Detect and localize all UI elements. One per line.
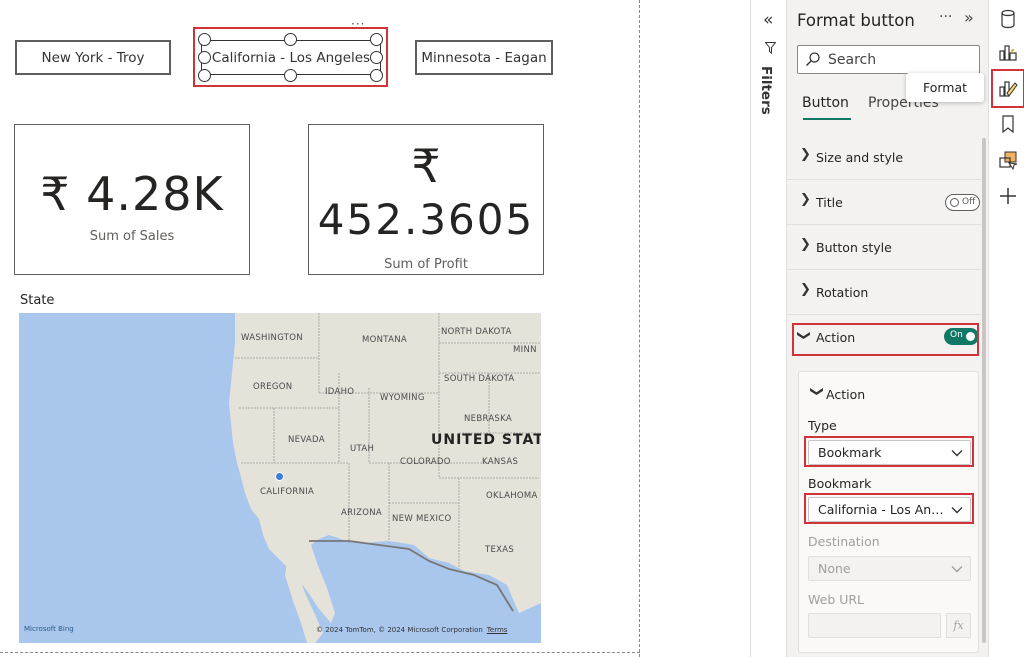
map-label: IDAHO xyxy=(325,387,355,397)
bookmark-icon[interactable] xyxy=(997,113,1019,135)
section-label: Size and style xyxy=(816,150,904,165)
pane-scrollbar-thumb[interactable] xyxy=(982,138,986,643)
sales-value: ₹ 4.28K xyxy=(40,167,224,221)
bookmark-label: Bookmark xyxy=(808,476,872,491)
action-card: ❯ Action Type Bookmark Bookmark Californ… xyxy=(798,371,979,653)
filter-funnel-icon xyxy=(764,42,777,58)
section-label: Title xyxy=(816,195,843,210)
map-title: State xyxy=(20,293,55,308)
map-label: NORTH DAKOTA xyxy=(441,327,512,337)
map-label: OREGON xyxy=(253,382,293,392)
map-label: TEXAS xyxy=(485,545,515,555)
map-country-label: UNITED STAT xyxy=(431,432,541,448)
section-label: Button style xyxy=(816,240,892,255)
data-cylinder-icon[interactable] xyxy=(997,8,1019,30)
pane-switcher xyxy=(988,0,1024,657)
map-copyright-text: © 2024 TomTom, © 2024 Microsoft Corporat… xyxy=(316,626,483,634)
section-label: Rotation xyxy=(816,285,869,300)
profit-label: Sum of Profit xyxy=(384,257,468,272)
bookmark-highlight xyxy=(804,493,974,524)
resize-handle[interactable] xyxy=(284,69,297,82)
format-tooltip: Format xyxy=(906,73,984,102)
search-box[interactable] xyxy=(797,45,980,74)
section-rotation[interactable]: ❯ Rotation xyxy=(787,270,981,315)
map-label: COLORADO xyxy=(400,457,451,467)
card-sum-of-profit[interactable]: ₹ 452.3605 Sum of Profit xyxy=(308,124,544,275)
map-label: KANSAS xyxy=(482,457,519,467)
map-data-point[interactable] xyxy=(275,472,284,481)
title-toggle[interactable]: Off xyxy=(945,194,980,211)
type-label: Type xyxy=(808,418,837,433)
section-button-style[interactable]: ❯ Button style xyxy=(787,225,981,270)
section-size-and-style[interactable]: ❯ Size and style xyxy=(787,135,981,180)
action-card-title: Action xyxy=(826,387,866,402)
toggle-knob xyxy=(950,198,959,207)
resize-handle[interactable] xyxy=(370,33,383,46)
more-options-icon[interactable]: ··· xyxy=(939,9,952,25)
profit-value: 452.3605 xyxy=(317,195,535,244)
chevron-right-icon: ❯ xyxy=(800,237,811,252)
type-highlight xyxy=(804,436,974,467)
tab-button[interactable]: Button xyxy=(802,95,849,111)
map-label: WASHINGTON xyxy=(241,333,303,343)
map-label: NEVADA xyxy=(288,435,325,445)
map-label: CALIFORNIA xyxy=(260,487,315,497)
chevron-down-icon xyxy=(951,566,963,573)
resize-handle[interactable] xyxy=(284,33,297,46)
active-tab-indicator xyxy=(803,118,851,120)
map-label: MINN xyxy=(513,345,537,355)
web-url-input[interactable] xyxy=(808,613,941,638)
visual-more-options[interactable]: ··· xyxy=(351,17,365,31)
card-sum-of-sales[interactable]: ₹ 4.28K Sum of Sales xyxy=(14,124,250,275)
chevron-right-icon: ❯ xyxy=(800,147,811,162)
map-label: WYOMING xyxy=(380,393,425,403)
canvas-right-edge xyxy=(639,0,640,657)
chevron-right-icon: ❯ xyxy=(800,192,811,207)
action-highlight xyxy=(792,323,979,356)
chevron-down-icon[interactable]: ❯ xyxy=(809,386,824,397)
profit-currency-symbol: ₹ xyxy=(411,139,441,193)
map-label: SOUTH DAKOTA xyxy=(444,374,515,384)
map-copyright: © 2024 TomTom, © 2024 Microsoft Corporat… xyxy=(316,626,507,634)
resize-handle[interactable] xyxy=(370,69,383,82)
map-terms-link[interactable]: Terms xyxy=(487,626,508,634)
add-icon[interactable] xyxy=(997,185,1019,207)
filters-label[interactable]: Filters xyxy=(758,66,774,115)
destination-label: Destination xyxy=(808,534,880,549)
map-label: ARIZONA xyxy=(341,508,383,518)
bing-logo: Microsoft Bing xyxy=(24,625,74,633)
report-canvas: New York - Troy ··· California - Los Ang… xyxy=(0,0,640,657)
map-label: NEBRASKA xyxy=(464,414,512,424)
map-label: OKLAHOMA xyxy=(486,491,538,501)
analytics-icon[interactable] xyxy=(997,149,1019,171)
map-label: UTAH xyxy=(350,444,375,454)
search-icon xyxy=(806,52,820,66)
bookmark-button-new-york[interactable]: New York - Troy xyxy=(15,40,171,75)
build-visual-icon[interactable] xyxy=(997,41,1019,63)
resize-handle[interactable] xyxy=(370,51,383,64)
web-url-label: Web URL xyxy=(808,592,865,607)
double-chevron-right-icon[interactable]: » xyxy=(964,8,974,27)
chevron-right-icon: ❯ xyxy=(800,282,811,297)
map-visual[interactable]: WASHINGTON MONTANA NORTH DAKOTA MINN ORE… xyxy=(19,313,541,643)
resize-handle[interactable] xyxy=(198,33,211,46)
map-label: MONTANA xyxy=(362,335,408,345)
destination-dropdown[interactable]: None xyxy=(808,556,971,581)
canvas-bottom-edge xyxy=(0,652,640,653)
format-paintbrush-icon[interactable] xyxy=(997,77,1019,99)
bookmark-button-minnesota[interactable]: Minnesota - Eagan xyxy=(415,40,553,75)
map-label: NEW MEXICO xyxy=(392,514,452,524)
search-input[interactable] xyxy=(828,49,976,70)
dropdown-value: None xyxy=(818,561,851,576)
pane-title: Format button xyxy=(797,11,915,30)
sales-label: Sum of Sales xyxy=(89,229,175,244)
toggle-label: Off xyxy=(962,197,976,207)
resize-handle[interactable] xyxy=(198,69,211,82)
fx-button[interactable]: fx xyxy=(946,613,971,638)
double-chevron-left-icon[interactable]: « xyxy=(763,10,773,30)
section-title[interactable]: ❯ Title Off xyxy=(787,180,981,225)
resize-handle[interactable] xyxy=(198,51,211,64)
filters-pane-collapsed[interactable]: « Filters xyxy=(750,0,786,657)
